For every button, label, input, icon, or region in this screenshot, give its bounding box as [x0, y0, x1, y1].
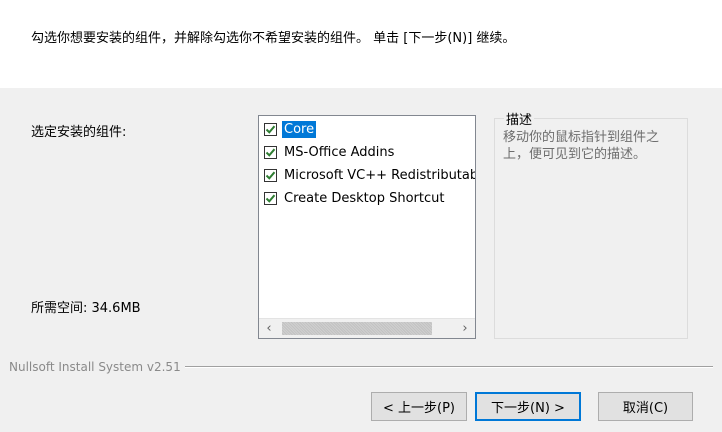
separator: [184, 366, 713, 368]
instruction-text: 勾选你想要安装的组件，并解除勾选你不希望安装的组件。 单击 [下一步(N)] 继…: [31, 31, 516, 46]
component-item-vc-redistributable[interactable]: Microsoft VC++ Redistributable: [264, 166, 475, 185]
scroll-left-icon[interactable]: ‹: [259, 319, 279, 338]
component-item-desktop-shortcut[interactable]: Create Desktop Shortcut: [264, 189, 446, 208]
description-text: 移动你的鼠标指针到组件之上，便可见到它的描述。: [503, 130, 660, 162]
branding-line: Nullsoft Install System v2.51: [9, 360, 713, 374]
component-label: Core: [282, 121, 317, 138]
branding-text: Nullsoft Install System v2.51: [9, 360, 181, 374]
next-button[interactable]: 下一步(N) >: [475, 392, 581, 421]
checkbox-checked-icon[interactable]: [264, 192, 277, 205]
space-required-label: 所需空间: 34.6MB: [31, 301, 141, 316]
component-item-core[interactable]: Core: [264, 120, 317, 139]
select-components-label: 选定安装的组件:: [31, 125, 127, 140]
components-tree[interactable]: Core MS-Office Addins Microsoft VC++ Red…: [258, 115, 476, 339]
checkbox-checked-icon[interactable]: [264, 123, 277, 136]
component-label: Microsoft VC++ Redistributable: [284, 168, 475, 183]
checkbox-checked-icon[interactable]: [264, 146, 277, 159]
back-button[interactable]: < 上一步(P): [371, 392, 467, 421]
component-label: Create Desktop Shortcut: [284, 191, 445, 206]
scroll-right-icon[interactable]: ›: [455, 319, 475, 338]
component-label: MS-Office Addins: [284, 145, 395, 160]
scrollbar-thumb[interactable]: [282, 322, 432, 335]
components-list: Core MS-Office Addins Microsoft VC++ Red…: [259, 116, 475, 318]
horizontal-scrollbar[interactable]: ‹ ›: [259, 318, 475, 338]
cancel-button[interactable]: 取消(C): [598, 392, 693, 421]
description-title: 描述: [504, 109, 535, 128]
component-item-ms-office-addins[interactable]: MS-Office Addins: [264, 143, 396, 162]
checkbox-checked-icon[interactable]: [264, 169, 277, 182]
